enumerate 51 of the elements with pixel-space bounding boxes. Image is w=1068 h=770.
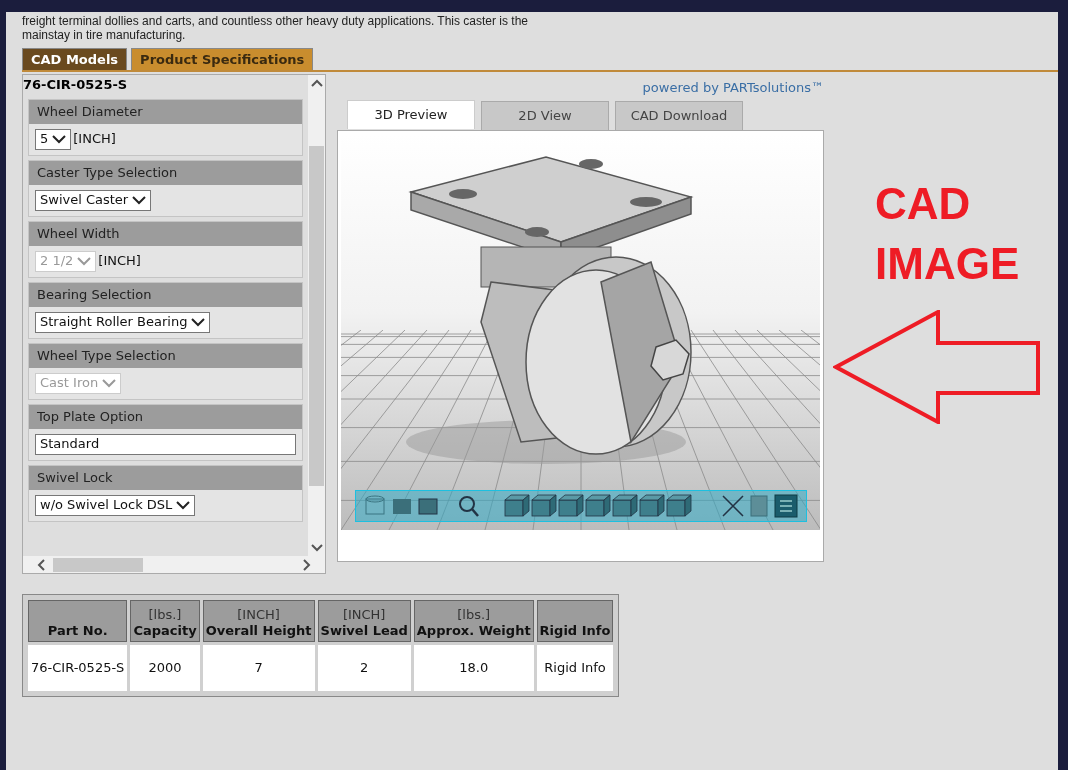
option-label: Caster Type Selection [29, 160, 302, 185]
left-arrow-icon [833, 310, 1043, 424]
column-header: [lbs.] Approx. Weight [413, 600, 534, 642]
column-header: Rigid Info [536, 600, 614, 642]
viewer-toolbar[interactable] [355, 489, 807, 522]
chevron-down-icon [102, 378, 117, 388]
table-cell: Rigid Info [536, 645, 614, 691]
column-header: [INCH] Swivel Lead [317, 600, 411, 642]
column-header: [INCH] Overall Height [202, 600, 315, 642]
scroll-left-icon[interactable] [37, 558, 45, 571]
option-label: Wheel Type Selection [29, 343, 302, 368]
table-cell: 18.0 [413, 645, 534, 691]
chevron-down-icon [132, 195, 147, 205]
unit-label: [INCH] [98, 252, 141, 271]
option-label: Wheel Width [29, 221, 302, 246]
vertical-scrollbar[interactable] [308, 75, 325, 556]
description-text: freight terminal dollies and carts, and countless other heavy duty applications. This caster is the [22, 14, 530, 28]
chevron-down-icon [77, 256, 92, 266]
scroll-up-icon[interactable] [310, 79, 323, 87]
option-label: Wheel Diameter [29, 99, 302, 124]
description-text: mainstay in tire manufacturing. [22, 28, 187, 42]
section-tab[interactable]: CAD Models [22, 48, 128, 70]
viewer-tab[interactable]: CAD Download [615, 100, 743, 130]
scroll-right-icon[interactable] [303, 558, 311, 571]
table-cell: 2 [317, 645, 411, 691]
powered-by-link[interactable]: powered by PARTsolutions™ [642, 78, 824, 98]
chevron-down-icon [52, 134, 67, 144]
table-cell: 2000 [130, 645, 200, 691]
option-label: Bearing Selection [29, 282, 302, 307]
chevron-down-icon [191, 317, 206, 327]
table-cell: 7 [202, 645, 315, 691]
viewer-tab[interactable]: 3D Preview [347, 99, 475, 129]
dropdown[interactable]: Straight Roller Bearing [35, 311, 211, 333]
unit-label: [INCH] [73, 130, 116, 149]
column-header: [lbs.] Capacity [130, 600, 200, 642]
column-header: Part No. [28, 600, 128, 642]
horizontal-scrollbar[interactable] [23, 556, 325, 573]
annotation-text: IMAGE [875, 238, 1021, 290]
text-field[interactable]: Standard [35, 433, 296, 455]
dropdown[interactable]: Swivel Caster [35, 189, 152, 211]
option-label: Top Plate Option [29, 404, 302, 429]
dropdown[interactable]: w/o Swivel Lock DSL [35, 494, 196, 516]
dropdown[interactable]: 5 [35, 128, 72, 150]
annotation-text: CAD [875, 178, 972, 230]
section-tab[interactable]: Product Specifications [131, 48, 314, 70]
viewer-tab[interactable]: 2D View [481, 100, 609, 130]
scroll-down-icon[interactable] [310, 544, 323, 552]
option-label: Swivel Lock [29, 465, 302, 490]
chevron-down-icon [176, 500, 191, 510]
part-number-title: 76-CIR-0525-S [23, 76, 129, 94]
table-cell: 76-CIR-0525-S [28, 645, 128, 691]
